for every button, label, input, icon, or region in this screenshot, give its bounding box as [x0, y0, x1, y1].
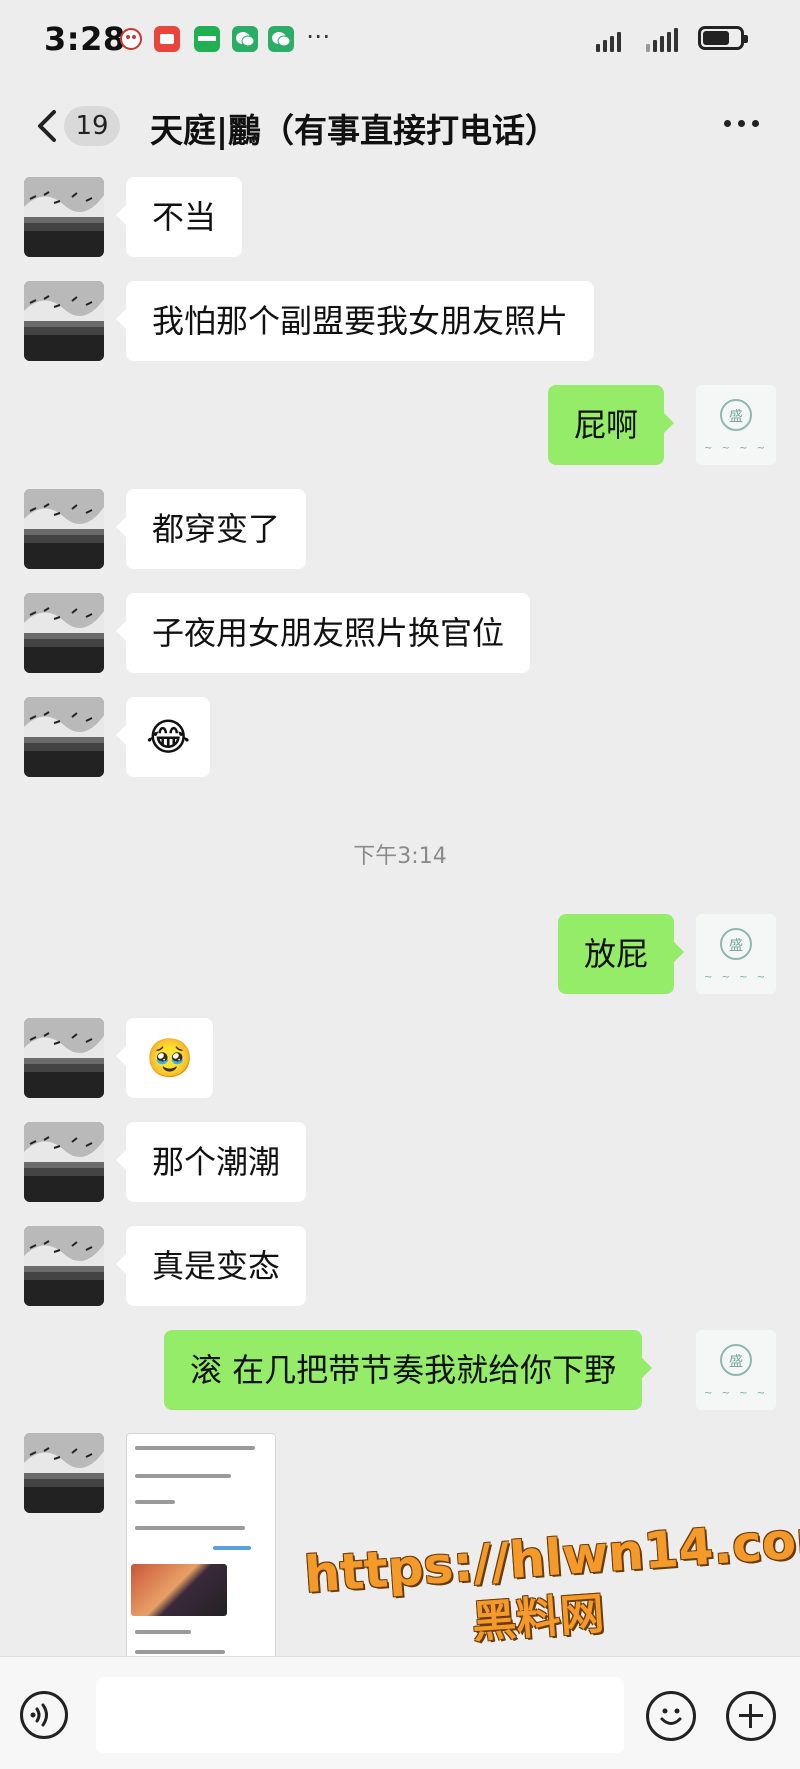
game-icon — [118, 26, 144, 52]
self-avatar[interactable]: 盛 ~ ~ ~ ~ — [696, 385, 776, 465]
self-avatar[interactable]: 盛 ~ ~ ~ ~ — [696, 914, 776, 994]
more-options-button[interactable] — [724, 120, 759, 127]
message-timestamp: 下午3:14 — [353, 844, 447, 869]
signal-icon — [596, 28, 621, 52]
battery-icon — [698, 26, 748, 50]
message-bubble-incoming[interactable]: 🥹 — [115, 1018, 214, 1098]
watermark-url: https://hlwn14.com — [302, 1508, 800, 1605]
input-bar — [0, 1656, 800, 1769]
self-avatar-text: 盛 — [729, 409, 743, 425]
status-bar: 3:28 ⋯ — [0, 0, 800, 80]
chevron-left-icon — [38, 110, 56, 142]
chat-header: 19 天庭|鸝（有事直接打电话） — [0, 80, 800, 172]
contact-avatar[interactable] — [24, 1226, 104, 1306]
wechat-icon — [268, 26, 294, 52]
more-actions-button[interactable] — [726, 1691, 776, 1741]
chat-title: 天庭|鸝（有事直接打电话） — [150, 111, 559, 150]
message-bubble-outgoing[interactable]: 滚 在几把带节奏我就给你下野 — [164, 1330, 653, 1410]
voice-icon — [30, 1703, 48, 1727]
message-input[interactable] — [96, 1677, 624, 1753]
self-avatar[interactable]: 盛 ~ ~ ~ ~ — [696, 1330, 776, 1410]
back-button[interactable] — [30, 106, 66, 146]
emoji-button[interactable] — [646, 1691, 696, 1741]
message-bubble-incoming[interactable]: 子夜用女朋友照片换官位 — [115, 593, 531, 673]
image-message[interactable] — [126, 1433, 276, 1667]
message-bubble-outgoing[interactable]: 屁啊 — [548, 385, 675, 465]
signal-icon — [646, 28, 678, 52]
svg-text:~ ~ ~ ~: ~ ~ ~ ~ — [704, 1388, 768, 1399]
image-thumbnail — [131, 1564, 227, 1616]
self-avatar-text: 盛 — [729, 1354, 743, 1370]
wechat-icon — [232, 26, 258, 52]
message-bubble-outgoing[interactable]: 放屁 — [558, 914, 685, 994]
contact-avatar[interactable] — [24, 1122, 104, 1202]
message-bubble-incoming[interactable]: 那个潮潮 — [115, 1122, 307, 1202]
message-bubble-incoming[interactable]: 不当 — [115, 177, 243, 257]
contact-avatar[interactable] — [24, 177, 104, 257]
contact-avatar[interactable] — [24, 281, 104, 361]
svg-text:~ ~ ~ ~: ~ ~ ~ ~ — [704, 972, 768, 983]
smiley-icon — [660, 1708, 682, 1725]
svg-text:~ ~ ~ ~: ~ ~ ~ ~ — [704, 443, 768, 454]
red-app-icon — [154, 26, 180, 52]
unread-count-badge[interactable]: 19 — [64, 106, 120, 146]
message-bubble-incoming[interactable]: 我怕那个副盟要我女朋友照片 — [115, 281, 595, 361]
voice-input-button[interactable] — [20, 1691, 68, 1739]
contact-avatar[interactable] — [24, 1018, 104, 1098]
contact-avatar[interactable] — [24, 697, 104, 777]
contact-avatar[interactable] — [24, 489, 104, 569]
contact-avatar[interactable] — [24, 593, 104, 673]
status-time: 3:28 — [44, 20, 126, 58]
green-app-icon — [194, 26, 220, 52]
message-bubble-incoming[interactable]: 😂 — [115, 697, 211, 777]
message-bubble-incoming[interactable]: 真是变态 — [115, 1226, 307, 1306]
self-avatar-text: 盛 — [729, 938, 743, 954]
watermark: https://hlwn14.com 黑料网 — [302, 1508, 800, 1662]
status-overflow: ⋯ — [306, 22, 330, 50]
watermark-site: 黑料网 — [470, 1588, 606, 1649]
contact-avatar[interactable] — [24, 1433, 104, 1513]
message-bubble-incoming[interactable]: 都穿变了 — [115, 489, 307, 569]
